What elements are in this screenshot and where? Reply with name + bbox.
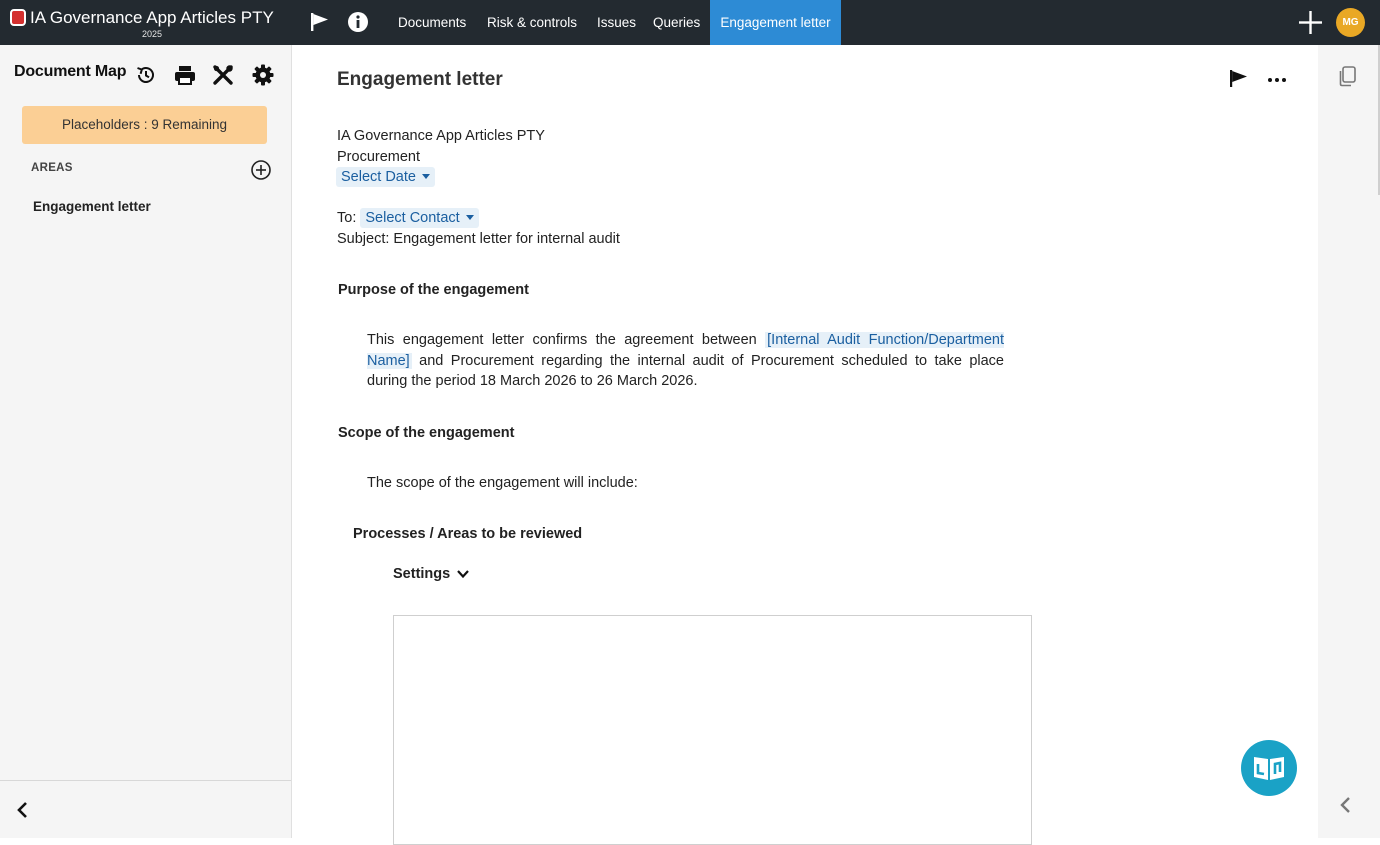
organization-name: IA Governance App Articles PTY	[337, 128, 545, 144]
info-icon[interactable]	[347, 11, 369, 33]
book-icon	[1254, 757, 1284, 780]
chevron-left-icon[interactable]	[1335, 794, 1357, 816]
add-area-icon[interactable]	[250, 159, 272, 181]
caret-down-icon	[421, 173, 430, 179]
chevron-down-icon	[457, 570, 470, 579]
scope-heading: Scope of the engagement	[338, 425, 515, 441]
settings-toggle[interactable]: Settings	[393, 566, 470, 582]
caret-down-icon	[465, 214, 474, 220]
chevron-left-icon[interactable]	[12, 799, 34, 821]
plus-icon[interactable]	[1298, 10, 1323, 35]
settings-label: Settings	[393, 566, 451, 582]
scope-intro: The scope of the engagement will include…	[367, 475, 638, 491]
purpose-paragraph: This engagement letter confirms the agre…	[367, 330, 1004, 392]
to-label: To:	[337, 210, 357, 226]
purpose-heading: Purpose of the engagement	[338, 282, 529, 298]
print-icon[interactable]	[173, 63, 197, 87]
flag-icon[interactable]	[1227, 67, 1251, 91]
tools-icon[interactable]	[211, 63, 235, 87]
contact-select-label: Select Contact	[365, 210, 460, 226]
department-name: Procurement	[337, 149, 421, 165]
right-rail	[1318, 45, 1380, 838]
copy-icon[interactable]	[1337, 65, 1359, 87]
to-line: To: Select Contact	[337, 208, 479, 229]
tab-engagement-letter[interactable]: Engagement letter	[710, 0, 841, 45]
document-map-sidebar: Document Map Placeholders : 9 Remaining …	[0, 45, 292, 838]
top-bar: IA Governance App Articles PTY 2025 Docu…	[0, 0, 1380, 45]
app-logo-icon	[10, 9, 26, 26]
gear-icon[interactable]	[251, 63, 275, 87]
history-icon[interactable]	[134, 63, 158, 87]
sidebar-title: Document Map	[14, 63, 127, 80]
app-year: 2025	[142, 29, 163, 39]
processes-heading: Processes / Areas to be reviewed	[353, 526, 583, 542]
tab-documents[interactable]: Documents	[398, 0, 466, 45]
purpose-text-start: This engagement letter confirms the agre…	[367, 332, 766, 348]
more-options-icon[interactable]	[1265, 67, 1289, 91]
flag-icon[interactable]	[309, 11, 331, 33]
document-editor: Engagement letter IA Governance App Arti…	[292, 45, 1318, 845]
date-select-label: Select Date	[341, 169, 416, 185]
app-title: IA Governance App Articles PTY	[30, 8, 274, 27]
purpose-text-end: and Procurement regarding the internal a…	[367, 352, 1004, 390]
tab-queries[interactable]: Queries	[653, 0, 700, 45]
processes-content-box[interactable]	[393, 615, 1032, 845]
help-guide-button[interactable]	[1241, 740, 1297, 796]
app-brand[interactable]: IA Governance App Articles PTY 2025	[8, 6, 280, 42]
subject-line: Subject: Engagement letter for internal …	[337, 231, 620, 247]
area-item-engagement-letter[interactable]: Engagement letter	[33, 199, 151, 214]
contact-select[interactable]: Select Contact	[360, 208, 479, 228]
areas-label: AREAS	[31, 162, 73, 174]
date-select[interactable]: Select Date	[336, 167, 435, 188]
tab-issues[interactable]: Issues	[597, 0, 636, 45]
tab-risk-controls[interactable]: Risk & controls	[487, 0, 577, 45]
page-title: Engagement letter	[337, 69, 503, 90]
sidebar-footer	[0, 780, 291, 838]
placeholders-remaining-badge[interactable]: Placeholders : 9 Remaining	[22, 106, 267, 144]
user-avatar[interactable]: MG	[1336, 8, 1365, 37]
